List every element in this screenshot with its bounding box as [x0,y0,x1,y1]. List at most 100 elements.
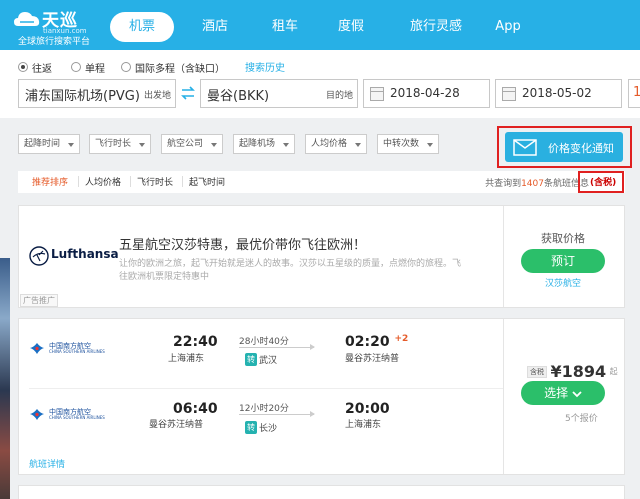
sort-recommended[interactable]: 推荐排序 [32,175,68,188]
next-result-card [18,485,625,499]
trip-type-oneway[interactable]: 单程 [71,59,105,75]
filter-airline[interactable]: 航空公司 [161,134,223,154]
return-date: 2018-05-02 [522,86,592,100]
ad-brand-link[interactable]: 汉莎航空 [545,276,581,289]
result-prefix: 共查询到 [485,179,522,189]
select-flight-button[interactable]: 选择 [521,381,605,405]
trip-type-label: 往返 [32,63,52,75]
return-date-field[interactable]: 2018-05-02 [495,79,622,108]
nav-car-rental[interactable]: 租车 [260,12,310,42]
ad-card[interactable]: Lufthansa 五星航空汉莎特惠，最优价带你飞往欧洲！ 让你的欧洲之旅，起飞… [18,205,625,308]
filter-price[interactable]: 人均价格 [305,134,367,154]
outbound-arrive-place: 曼谷苏汪纳普 [345,354,400,364]
filter-label: 航空公司 [167,139,204,149]
origin-value: 浦东国际机场(PVG) [25,89,140,104]
ad-description: 让你的欧洲之旅，起飞开始就是迷人的故事。汉莎以五星级的质量，点燃你的旅程。飞往欧… [119,259,462,282]
nav-travel-inspiration[interactable]: 旅行灵感 [398,12,474,42]
sort-price[interactable]: 人均价格 [85,175,121,188]
kapok-logo-icon [30,409,44,420]
radio-checked-icon [18,62,28,72]
filter-airport[interactable]: 起降机场 [233,134,295,154]
nav-app[interactable]: App [486,12,530,42]
price-block: 含税 ¥1894 起 [527,362,618,381]
depart-date: 2018-04-28 [390,86,460,100]
quote-count: 5个报价 [565,414,598,424]
outbound-arrive-time: 02:20 +2 [345,334,408,350]
logo-slogan: 全球旅行搜索平台 [18,37,91,47]
sort-duration[interactable]: 飞行时长 [137,175,173,188]
caret-down-icon [355,143,361,147]
ad-label: 广告推广 [20,294,58,307]
outbound-depart-time: 22:40 [173,334,218,350]
filter-label: 起降机场 [239,139,276,149]
day-offset: +2 [394,334,409,344]
divider [503,319,504,474]
price-alert-label: 价格变化通知 [548,142,614,155]
airline-name-en: CHINA SOUTHERN AIRLINES [49,415,105,420]
inbound-depart-time: 06:40 [173,401,218,417]
inbound-arrive-time: 20:00 [345,401,390,417]
caret-down-icon [211,143,217,147]
transfer-badge: 转 [245,353,257,366]
radio-unchecked-icon [121,62,131,72]
destination-suffix: 目的地 [325,91,353,101]
swap-icon[interactable] [178,83,198,103]
inbound-transfer: 转长沙 [245,421,277,434]
price-alert-button[interactable]: 价格变化通知 [505,132,623,162]
origin-suffix: 出发地 [143,91,171,101]
flight-result-card: 中国南方航空 CHINA SOUTHERN AIRLINES 22:40 上海浦… [18,318,625,475]
chevron-down-icon [572,390,582,397]
divider [29,388,504,389]
trip-type-multicity[interactable]: 国际多程（含缺口） [121,59,225,75]
filter-label: 起降时间 [24,139,61,149]
search-history-link[interactable]: 搜索历史 [245,59,285,74]
trip-type-label: 国际多程（含缺口） [135,63,225,75]
sort-departure-time[interactable]: 起飞时间 [189,175,225,188]
filter-label: 人均价格 [311,139,348,149]
china-southern-logo: 中国南方航空 CHINA SOUTHERN AIRLINES [29,407,109,423]
passengers-field[interactable]: 1 [628,79,640,108]
divider [130,176,131,187]
inbound-arrive-place: 上海浦东 [345,420,382,430]
get-price-label: 获取价格 [541,232,585,245]
filter-departure-time[interactable]: 起降时间 [18,134,80,154]
flight-details-link[interactable]: 航班详情 [29,457,65,470]
trip-type-roundtrip[interactable]: 往返 [18,59,52,75]
transfer-city: 长沙 [259,424,278,434]
origin-field[interactable]: 浦东国际机场(PVG) 出发地 [18,79,176,108]
destination-value: 曼谷(BKK) [207,89,270,104]
depart-date-field[interactable]: 2018-04-28 [363,79,490,108]
envelope-icon [513,139,537,156]
caret-down-icon [283,143,289,147]
tax-included-tag: 含税 [527,365,547,378]
lufthansa-wordmark: Lufthansa [51,247,119,261]
outbound-transfer: 转武汉 [245,353,277,366]
result-count: 共查询到1407条航班信息 [485,176,589,189]
transfer-city: 武汉 [259,356,278,366]
select-label: 选择 [544,386,569,400]
arrive-time: 02:20 [345,334,390,350]
book-button[interactable]: 预订 [521,249,605,273]
caret-down-icon [139,143,145,147]
divider [503,206,504,307]
nav-flights[interactable]: 机票 [110,12,174,42]
tax-included-note: (含税) [590,178,617,188]
nav-vacation[interactable]: 度假 [326,12,376,42]
caret-down-icon [427,143,433,147]
crane-logo-icon [29,246,49,266]
lufthansa-logo: Lufthansa [29,244,129,268]
ad-title: 五星航空汉莎特惠，最优价带你飞往欧洲！ [119,238,367,253]
calendar-icon [370,87,384,101]
filter-duration[interactable]: 飞行时长 [89,134,151,154]
logo[interactable]: 天巡 tianxun.com 全球旅行搜索平台 [14,6,104,47]
nav-hotels[interactable]: 酒店 [190,12,240,42]
cloud-logo-icon [14,12,40,26]
passengers-value: 1 [633,85,640,100]
caret-down-icon [68,143,74,147]
trip-type-label: 单程 [85,63,105,75]
destination-field[interactable]: 曼谷(BKK) 目的地 [200,79,358,108]
route-arrow-icon [239,411,315,417]
china-southern-logo: 中国南方航空 CHINA SOUTHERN AIRLINES [29,341,109,357]
divider [78,176,79,187]
filter-stops[interactable]: 中转次数 [377,134,439,154]
